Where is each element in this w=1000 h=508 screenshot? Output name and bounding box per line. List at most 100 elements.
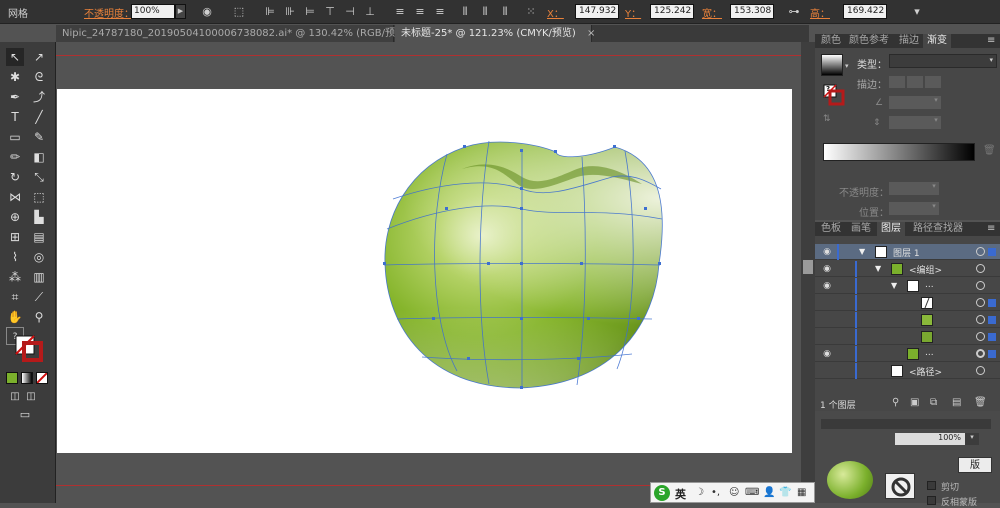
y-input[interactable]: 125.242	[650, 4, 694, 19]
expand-arrow-icon[interactable]: ▼	[875, 264, 881, 273]
selection-tool-icon[interactable]: ↖	[6, 48, 24, 66]
close-icon[interactable]: ×	[587, 28, 595, 39]
user-icon[interactable]: 👤	[763, 487, 775, 498]
shape-builder-tool-icon[interactable]: ⊕	[6, 208, 24, 226]
opacity-label[interactable]: 不透明度：	[84, 5, 134, 20]
column-graph-tool-icon[interactable]: ▥	[30, 268, 48, 286]
invert-mask-checkbox[interactable]	[927, 496, 936, 505]
chevron-down-icon[interactable]: ▾	[929, 202, 939, 215]
keyboard-icon[interactable]: ⌨	[745, 487, 759, 498]
tab-gradient[interactable]: 渐变	[923, 34, 951, 48]
symbol-sprayer-tool-icon[interactable]: ⁂	[6, 268, 24, 286]
eye-icon[interactable]: ◉	[821, 263, 833, 275]
expand-arrow-icon[interactable]: ▼	[891, 281, 897, 290]
layer-name[interactable]: ...	[925, 348, 934, 358]
target-icon[interactable]	[976, 298, 985, 307]
locate-object-icon[interactable]: ⚲	[892, 397, 899, 408]
eye-icon[interactable]: ◉	[821, 246, 833, 258]
layer-row[interactable]	[815, 312, 1000, 328]
angle-input[interactable]	[889, 96, 931, 109]
opacity-field[interactable]: 100%	[895, 433, 965, 445]
target-icon[interactable]	[976, 349, 985, 358]
layer-name[interactable]: <路径>	[909, 365, 942, 378]
layer-name[interactable]: <编组>	[909, 263, 942, 276]
tab-pathfinder[interactable]: 路径查找器	[909, 222, 967, 236]
layer-row[interactable]	[815, 329, 1000, 345]
style-icon[interactable]: ◉	[200, 5, 214, 19]
tab-untitled[interactable]: 未标题-25* @ 121.23% (CMYK/预览) ×	[395, 25, 595, 42]
ime-language[interactable]: 英	[675, 486, 686, 502]
panel-menu-icon[interactable]: ≡	[983, 222, 999, 236]
tab-layers[interactable]: 图层	[877, 222, 905, 236]
type-tool-icon[interactable]: T	[6, 108, 24, 126]
target-icon[interactable]	[976, 366, 985, 375]
gradient-mode-icon[interactable]	[21, 372, 33, 384]
artboard-tool-icon[interactable]: ⌗	[6, 288, 24, 306]
line-tool-icon[interactable]: ╱	[30, 108, 48, 126]
opacity-dropdown[interactable]: ▶	[175, 4, 186, 19]
width-tool-icon[interactable]: ⋈	[6, 188, 24, 206]
selection-indicator[interactable]	[988, 316, 996, 324]
new-layer-icon[interactable]: ▤	[952, 397, 961, 408]
stroke-mode-icon[interactable]	[925, 76, 941, 88]
link-icon[interactable]: ⊶	[787, 5, 801, 19]
target-icon[interactable]	[976, 332, 985, 341]
toolbox-icon[interactable]: ▦	[797, 487, 806, 498]
moon-icon[interactable]: ☽	[695, 487, 704, 498]
reference-point-icon[interactable]: ⁙	[524, 5, 538, 19]
chevron-down-icon[interactable]: ▾	[931, 96, 941, 109]
gradient-tool-icon[interactable]: ▤	[30, 228, 48, 246]
new-sublayer-icon[interactable]: ⧉	[930, 397, 937, 408]
rectangle-tool-icon[interactable]: ▭	[6, 128, 24, 146]
clip-checkbox[interactable]	[927, 481, 936, 490]
sogou-logo-icon[interactable]: S	[654, 485, 670, 501]
chevron-down-icon[interactable]: ▾	[965, 433, 979, 445]
layer-name[interactable]: ...	[925, 280, 934, 290]
align-bottom-icon[interactable]: ⊥	[363, 5, 377, 19]
distribute-center-icon[interactable]: ⫴	[478, 5, 492, 19]
pen-tool-icon[interactable]: ✒	[6, 88, 24, 106]
target-icon[interactable]	[976, 281, 985, 290]
opacity-input[interactable]: 100%	[131, 4, 175, 19]
layer-row[interactable]: ◉ ...	[815, 346, 1000, 362]
transform-icon[interactable]: ⬚	[232, 5, 246, 19]
lasso-tool-icon[interactable]: ᘓ	[30, 68, 48, 86]
chart-tool-icon[interactable]: ▙	[30, 208, 48, 226]
mask-thumbnail[interactable]	[885, 473, 915, 499]
tab-stroke[interactable]: 描边	[895, 34, 923, 48]
trash-icon[interactable]: 🗑	[974, 397, 987, 408]
layer-name[interactable]: 图层 1	[893, 246, 920, 259]
target-icon[interactable]	[976, 315, 985, 324]
stop-position-input[interactable]	[889, 202, 929, 215]
reverse-icon[interactable]: ⇅	[823, 114, 831, 124]
width-input[interactable]: 153.308	[730, 4, 774, 19]
distribute-left-icon[interactable]: ⫴	[458, 5, 472, 19]
eye-icon[interactable]: ◉	[821, 348, 833, 360]
pencil-tool-icon[interactable]: ✏	[6, 148, 24, 166]
color-mode-icon[interactable]	[6, 372, 18, 384]
x-input[interactable]: 147.932	[575, 4, 619, 19]
distribute-bottom-icon[interactable]: ≡	[433, 5, 447, 19]
eye-icon[interactable]: ◉	[821, 280, 833, 292]
align-middle-icon[interactable]: ⊣	[343, 5, 357, 19]
screen-mode-icon[interactable]: ▭	[16, 406, 34, 424]
chevron-down-icon[interactable]: ▾	[845, 62, 849, 70]
skin-icon[interactable]: 👕	[779, 487, 791, 498]
none-mode-icon[interactable]	[36, 372, 48, 384]
hand-tool-icon[interactable]: ✋	[6, 308, 24, 326]
stroke-mode-icon[interactable]	[889, 76, 905, 88]
paintbrush-tool-icon[interactable]: ✎	[30, 128, 48, 146]
panel-menu-icon[interactable]: ≡	[983, 34, 999, 48]
fill-stroke-swatch[interactable]	[14, 334, 44, 362]
tab-nipic[interactable]: Nipic_24787180_20190504100006738082.ai* …	[56, 25, 428, 42]
punctuation-icon[interactable]: •,	[711, 487, 720, 498]
artboard[interactable]	[57, 89, 792, 453]
tab-color-guide[interactable]: 颜色参考	[845, 34, 893, 48]
layer-row[interactable]: ◉ ▼ ...	[815, 278, 1000, 294]
more-icon[interactable]: ▾	[910, 5, 924, 19]
layer-row[interactable]: <路径>	[815, 363, 1000, 379]
selection-indicator[interactable]	[988, 333, 996, 341]
expand-arrow-icon[interactable]: ▼	[859, 247, 865, 256]
selection-indicator[interactable]	[988, 248, 996, 256]
blend-tool-icon[interactable]: ◎	[30, 248, 48, 266]
